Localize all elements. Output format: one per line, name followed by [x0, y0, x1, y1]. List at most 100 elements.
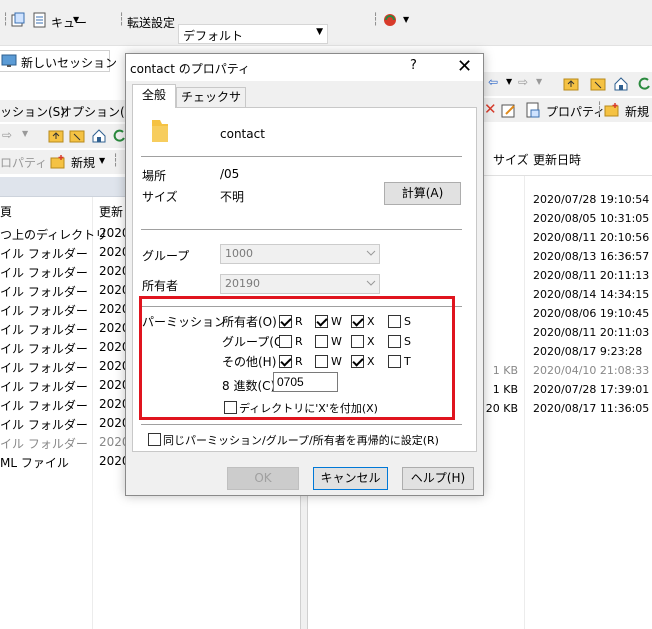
cancel-button[interactable]: キャンセル — [313, 467, 388, 490]
owner-label: 所有者 — [142, 279, 179, 293]
location-value: /05 — [220, 167, 240, 181]
local-row-name[interactable]: イル フォルダー — [0, 435, 88, 454]
parent-dir-icon[interactable] — [48, 128, 64, 144]
forward-dropdown-icon[interactable]: ▼ — [536, 77, 542, 86]
remote-row-date[interactable]: 2020/08/11 20:11:13 — [533, 269, 649, 282]
queue-icon[interactable] — [32, 12, 48, 28]
size-value: 不明 — [220, 190, 245, 204]
root-dir-icon[interactable] — [69, 128, 85, 144]
recursive-checkbox[interactable] — [148, 433, 161, 446]
remote-row-date[interactable]: 2020/08/17 9:23:28 — [533, 345, 642, 358]
help-button[interactable]: ヘルプ(H) — [402, 467, 474, 490]
local-nav-toolbar: ⇨ ▼ — [0, 124, 125, 148]
calculate-button[interactable]: 計算(A) — [384, 182, 461, 205]
chevron-down-icon: ▼ — [316, 27, 323, 37]
local-row-name[interactable]: イル フォルダー — [0, 378, 88, 397]
dialog-titlebar[interactable]: contact のプロパティ ? ✕ — [126, 54, 483, 81]
back-arrow-icon[interactable]: ⇦ — [488, 75, 498, 89]
group-label: グループ — [142, 249, 190, 263]
remote-header-date[interactable]: 更新日時 — [533, 151, 581, 168]
group-select[interactable]: 1000 — [220, 244, 380, 264]
remote-row-date[interactable]: 2020/07/28 17:39:01 — [533, 383, 649, 396]
remote-row-date[interactable]: 2020/08/11 20:10:56 — [533, 231, 649, 244]
chevron-down-icon — [366, 250, 376, 256]
tab-checksum[interactable]: チェックサム — [176, 87, 246, 122]
divider — [141, 424, 462, 425]
remote-row-date[interactable]: 2020/08/11 20:11:03 — [533, 326, 649, 339]
local-row-name[interactable]: イル フォルダー — [0, 245, 88, 264]
permission-highlight-box — [139, 296, 455, 420]
home-icon[interactable] — [91, 128, 107, 144]
owner-select[interactable]: 20190 — [220, 274, 380, 294]
remote-row-size: 1 KB — [492, 383, 518, 396]
local-row-name[interactable]: ML ファイル — [0, 454, 69, 473]
local-new-button[interactable]: 新規 — [71, 154, 95, 171]
forward-arrow-icon[interactable]: ⇨ — [518, 75, 528, 89]
reconnect-dropdown-icon[interactable]: ▼ — [403, 15, 409, 24]
home-icon[interactable] — [613, 76, 629, 92]
panel-splitter[interactable] — [300, 496, 308, 629]
remote-row-size: 1 KB — [492, 364, 518, 377]
refresh-icon[interactable] — [113, 128, 125, 144]
remote-row-date[interactable]: 2020/04/10 21:08:33 — [533, 364, 649, 377]
remote-row-date[interactable]: 2020/08/13 16:36:57 — [533, 250, 649, 263]
local-header-name[interactable]: 頁 — [0, 203, 12, 222]
remote-header-size[interactable]: サイズ — [493, 151, 529, 168]
local-row-name[interactable]: イル フォルダー — [0, 283, 88, 302]
file-name: contact — [220, 127, 265, 141]
delete-icon[interactable]: ✕ — [484, 100, 497, 118]
local-row-name[interactable]: イル フォルダー — [0, 302, 88, 321]
help-icon[interactable]: ? — [410, 58, 417, 73]
remote-row-date[interactable]: 2020/08/14 14:34:15 — [533, 288, 649, 301]
transfer-settings-select[interactable]: デフォルト ▼ — [178, 24, 328, 44]
forward-arrow-icon[interactable]: ⇨ — [2, 128, 12, 142]
local-row-name[interactable]: イル フォルダー — [0, 397, 88, 416]
local-row-name[interactable]: イル フォルダー — [0, 321, 88, 340]
forward-dropdown-icon[interactable]: ▼ — [22, 129, 28, 138]
size-label: サイズ — [142, 190, 178, 204]
local-properties-button[interactable]: ロパティ — [0, 154, 47, 171]
reconnect-icon[interactable] — [382, 12, 400, 28]
local-row-name[interactable]: イル フォルダー — [0, 416, 88, 435]
rename-icon[interactable] — [501, 102, 517, 118]
transfer-settings-value: デフォルト — [183, 29, 244, 43]
location-label: 場所 — [142, 169, 167, 183]
toolbar-separator: ┆ — [2, 12, 10, 26]
remote-row-date[interactable]: 2020/08/05 10:31:05 — [533, 212, 649, 225]
remote-row-date[interactable]: 2020/08/06 19:10:45 — [533, 307, 649, 320]
remote-new-button[interactable]: 新規 — [625, 103, 649, 120]
column-divider — [92, 197, 93, 629]
local-row-name[interactable]: イル フォルダー — [0, 359, 88, 378]
new-dropdown-icon[interactable]: ▼ — [99, 156, 105, 165]
new-folder-icon[interactable] — [604, 102, 620, 118]
local-header-date[interactable]: 更新 — [99, 203, 123, 222]
local-row-name[interactable]: イル フォルダー — [0, 340, 88, 359]
close-icon[interactable]: ✕ — [446, 54, 483, 81]
toolbar-separator: ┆ — [112, 153, 120, 167]
refresh-icon[interactable] — [636, 76, 652, 92]
parent-dir-icon[interactable] — [563, 76, 579, 92]
local-row-name[interactable]: つ上のディレクトリ — [0, 226, 107, 245]
group-value: 1000 — [225, 247, 253, 260]
session-tab[interactable]: 新しいセッション — [0, 50, 117, 72]
toolbar-separator: ┆ — [596, 101, 604, 115]
queue-label[interactable]: キュー — [51, 14, 87, 31]
menu-session[interactable]: ッション(S) — [0, 103, 65, 120]
remote-row-date[interactable]: 2020/08/17 11:36:05 — [533, 402, 649, 415]
queue-dropdown-icon[interactable]: ▼ — [73, 15, 79, 24]
remote-nav-toolbar: ⇦ ▼ ⇨ ▼ — [484, 72, 652, 96]
sync-icon[interactable] — [10, 12, 26, 28]
tab-general[interactable]: 全般 — [132, 84, 176, 108]
properties-dialog: contact のプロパティ ? ✕ 全般 チェックサム contact 場所 … — [125, 53, 484, 496]
divider — [141, 156, 462, 157]
back-dropdown-icon[interactable]: ▼ — [506, 77, 512, 86]
new-folder-icon[interactable] — [50, 154, 66, 170]
root-dir-icon[interactable] — [590, 76, 606, 92]
properties-icon[interactable] — [525, 102, 541, 118]
ok-button[interactable]: OK — [227, 467, 299, 490]
remote-row-date[interactable]: 2020/07/28 19:10:54 — [533, 193, 649, 206]
divider — [141, 229, 462, 230]
local-list-header — [0, 177, 125, 197]
toolbar-separator: ┆ — [372, 12, 380, 26]
local-row-name[interactable]: イル フォルダー — [0, 264, 88, 283]
